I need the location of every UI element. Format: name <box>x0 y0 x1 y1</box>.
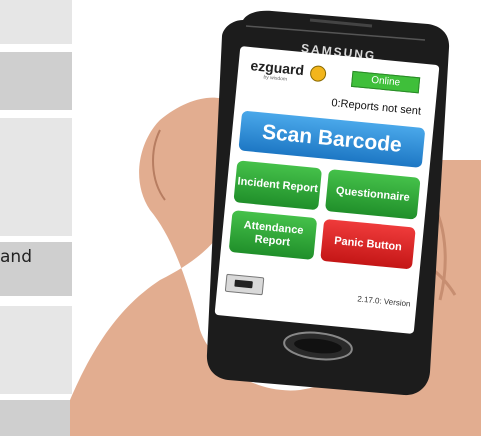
flashlight-icon <box>234 279 253 289</box>
app-header: ezguard by wisdom Online <box>245 57 430 99</box>
panic-button[interactable]: Panic Button <box>320 218 416 270</box>
questionnaire-button[interactable]: Questionnaire <box>324 169 421 220</box>
torch-button[interactable] <box>224 273 265 296</box>
logo-subtitle: by wisdom <box>263 74 288 83</box>
scan-barcode-button[interactable]: Scan Barcode <box>238 110 426 168</box>
attendance-report-button[interactable]: Attendance Report <box>228 210 318 261</box>
status-badge: Online <box>350 70 421 94</box>
phone-screen: ezguard by wisdom Online 0:Reports not s… <box>214 46 440 334</box>
owl-icon <box>309 64 327 83</box>
reports-status: 0:Reports not sent <box>330 97 422 118</box>
incident-report-button[interactable]: Incident Report <box>233 160 323 211</box>
version-label: 2.17.0: Version <box>356 294 411 309</box>
